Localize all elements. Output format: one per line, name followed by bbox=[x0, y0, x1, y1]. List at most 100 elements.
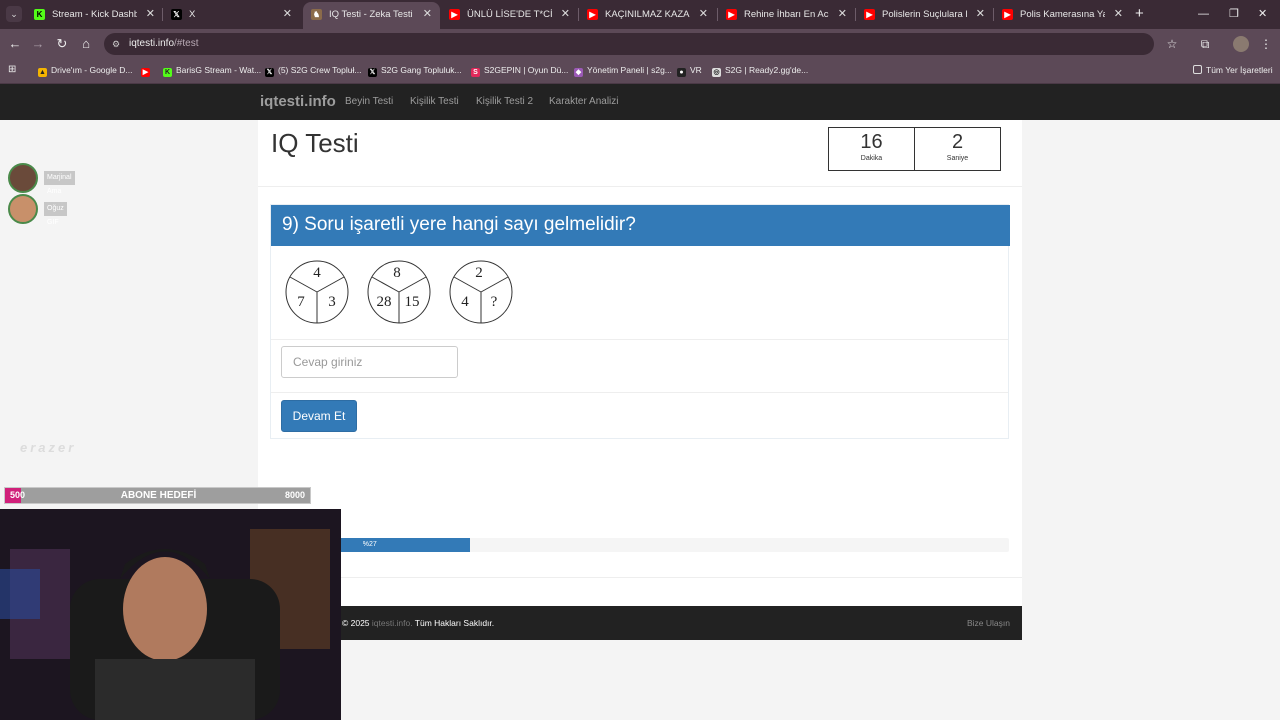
timer-seconds-value: 2 bbox=[951, 131, 964, 153]
viewer-name: Marjinal Ama KAJA bbox=[44, 171, 75, 209]
continue-button[interactable]: Devam Et bbox=[281, 400, 357, 432]
tab-close-icon[interactable]: ✕ bbox=[699, 0, 708, 29]
tab-search-icon[interactable]: ⌄ bbox=[6, 6, 22, 22]
browser-tab[interactable]: K Stream - Kick Dashboard ✕ bbox=[26, 0, 163, 29]
address-bar[interactable]: ⚙ iqtesti.info/#test bbox=[104, 33, 1154, 55]
circle-3-top: 2 bbox=[475, 265, 483, 281]
tab-close-icon[interactable]: ✕ bbox=[146, 0, 155, 29]
bookmark-label: S2G Gang Topluluk... bbox=[381, 65, 462, 75]
site-brand[interactable]: iqtesti.info bbox=[260, 84, 336, 120]
extensions-icon[interactable]: ⧉ bbox=[1196, 35, 1214, 53]
restore-icon[interactable]: ❐ bbox=[1229, 0, 1239, 28]
sub-goal-target: 8000 bbox=[284, 490, 305, 500]
reload-icon[interactable]: ↻ bbox=[53, 35, 71, 53]
nav-link-kisilik-testi[interactable]: Kişilik Testi bbox=[410, 84, 459, 120]
youtube-icon: ▶ bbox=[864, 9, 875, 20]
folder-icon bbox=[1193, 65, 1202, 74]
bookmark-label: S2G | Ready2.gg'de... bbox=[725, 65, 809, 75]
progress-label: %27 bbox=[362, 541, 377, 548]
browser-tab[interactable]: ▶ ÜNLÜ LİSE'DE T*CİZ İDDİA ✕ bbox=[441, 0, 578, 29]
youtube-icon: ▶ bbox=[141, 68, 150, 77]
nav-link-karakter-analizi[interactable]: Karakter Analizi bbox=[549, 84, 618, 120]
tab-close-icon[interactable]: ✕ bbox=[423, 2, 432, 27]
tab-title: X bbox=[189, 9, 196, 20]
bookmark-item[interactable]: ● VR bbox=[677, 59, 702, 81]
copyright-site-link[interactable]: iqtesti.info. bbox=[372, 618, 413, 628]
tab-title: Stream - Kick Dashboard bbox=[52, 9, 137, 20]
answer-input[interactable] bbox=[281, 346, 458, 378]
browser-tab[interactable]: ▶ KAÇINILMAZ KAZA! Türki ✕ bbox=[579, 0, 716, 29]
browser-tab[interactable]: 𝕏 X ✕ bbox=[163, 0, 300, 29]
bookmark-label: Drive'ım - Google D... bbox=[51, 65, 133, 75]
apps-grid-icon[interactable]: ⊞ bbox=[8, 59, 16, 81]
close-window-icon[interactable]: ✕ bbox=[1258, 0, 1267, 28]
url-path: /#test bbox=[174, 38, 199, 49]
tab-close-icon[interactable]: ✕ bbox=[1114, 0, 1123, 29]
bookmark-item[interactable]: ◆ Yönetim Paneli | s2g... bbox=[574, 59, 672, 81]
nav-link-kisilik-testi-2[interactable]: Kişilik Testi 2 bbox=[476, 84, 533, 120]
tab-close-icon[interactable]: ✕ bbox=[561, 0, 570, 29]
browser-tab[interactable]: ▶ Polislerin Suçlulara Karşı ✕ bbox=[856, 0, 993, 29]
viewer-name: Oğuz GIF bbox=[44, 202, 67, 226]
back-icon[interactable]: ← bbox=[6, 35, 24, 53]
tab-close-icon[interactable]: ✕ bbox=[838, 0, 847, 29]
circle-3-right: ? bbox=[490, 294, 498, 310]
profile-avatar[interactable] bbox=[1233, 36, 1249, 52]
contact-link[interactable]: Bize Ulaşın bbox=[967, 606, 1010, 640]
tab-title: ÜNLÜ LİSE'DE T*CİZ İDDİA bbox=[467, 9, 552, 20]
browser-tab[interactable]: ▶ Polis Kamerasına Yakalan ✕ bbox=[994, 0, 1131, 29]
bookmark-label: S2GEPIN | Oyun Dü... bbox=[484, 65, 569, 75]
menu-kebab-icon[interactable]: ⋮ bbox=[1257, 35, 1275, 53]
tab-close-icon[interactable]: ✕ bbox=[976, 0, 985, 29]
bookmark-item[interactable]: 𝕏 (5) S2G Crew Topluł... bbox=[265, 59, 361, 81]
bookmark-item[interactable]: ▲ Drive'ım - Google D... bbox=[38, 59, 132, 81]
tab-separator bbox=[162, 8, 163, 21]
all-bookmarks-folder[interactable]: Tüm Yer İşaretleri bbox=[1193, 59, 1273, 81]
site-navbar: iqtesti.info Beyin Testi Kişilik Testi K… bbox=[0, 84, 1280, 120]
google-drive-icon: ▲ bbox=[38, 68, 47, 77]
panel-icon: ◆ bbox=[574, 68, 583, 77]
bookmark-item[interactable]: ▶ bbox=[141, 59, 154, 81]
progress-bar: %27 bbox=[270, 538, 1009, 552]
tab-title: Rehine İhbarı En Acı Polis bbox=[744, 9, 829, 20]
site-footer: © 2025 iqtesti.info. Tüm Hakları Saklıdı… bbox=[258, 606, 1022, 640]
vr-icon: ● bbox=[677, 68, 686, 77]
sub-goal-current: 500 bbox=[10, 490, 26, 500]
new-tab-button[interactable]: + bbox=[1135, 0, 1144, 28]
forward-icon[interactable]: → bbox=[29, 35, 47, 53]
bookmark-item[interactable]: K BarisG Stream - Wat... bbox=[163, 59, 261, 81]
browser-tab[interactable]: ♞ IQ Testi - Zeka Testi ✕ bbox=[303, 2, 440, 29]
kick-icon: K bbox=[163, 68, 172, 77]
timer-minutes-value: 16 bbox=[860, 131, 883, 153]
copyright-suffix: Tüm Hakları Saklıdır. bbox=[414, 618, 495, 628]
timer-minutes-label: Dakika bbox=[860, 155, 883, 162]
circle-1-right: 3 bbox=[328, 294, 336, 310]
home-icon[interactable]: ⌂ bbox=[77, 35, 95, 53]
bookmark-item[interactable]: ◎ S2G | Ready2.gg'de... bbox=[712, 59, 808, 81]
test-container: IQ Testi 16 Dakika 2 Saniye 9) Soru işar… bbox=[258, 120, 1022, 606]
circle-1-top: 4 bbox=[313, 265, 321, 281]
tab-close-icon[interactable]: ✕ bbox=[283, 0, 292, 29]
url-text[interactable]: iqtesti.info/#test bbox=[129, 33, 199, 55]
all-bookmarks-label: Tüm Yer İşaretleri bbox=[1206, 65, 1273, 75]
bookmark-item[interactable]: S S2GEPIN | Oyun Dü... bbox=[471, 59, 568, 81]
subscriber-goal-bar: ABONE HEDEFİ 500 8000 bbox=[4, 487, 311, 504]
iqtesti-icon: ♞ bbox=[311, 9, 322, 20]
site-info-icon[interactable]: ⚙ bbox=[112, 38, 124, 50]
minimize-icon[interactable]: — bbox=[1198, 0, 1209, 28]
timer-seconds: 2 Saniye bbox=[914, 127, 1001, 171]
tab-title: KAÇINILMAZ KAZA! Türki bbox=[605, 9, 690, 20]
bookmark-label: BarisG Stream - Wat... bbox=[176, 65, 262, 75]
x-icon: 𝕏 bbox=[265, 68, 274, 77]
bookmark-star-icon[interactable]: ☆ bbox=[1163, 35, 1181, 53]
browser-tab-bar: ⌄ K Stream - Kick Dashboard ✕ 𝕏X ✕ ♞ IQ Testi … bbox=[0, 0, 1280, 29]
timer-minutes: 16 Dakika bbox=[828, 127, 915, 171]
nav-link-beyin-testi[interactable]: Beyin Testi bbox=[345, 84, 393, 120]
circle-2-top: 8 bbox=[393, 265, 401, 281]
bookmark-item[interactable]: 𝕏 S2G Gang Topluluk... bbox=[368, 59, 462, 81]
url-host: iqtesti.info bbox=[129, 38, 175, 49]
browser-tab[interactable]: ▶ Rehine İhbarı En Acı Polis ✕ bbox=[718, 0, 855, 29]
puzzle-circle-2: 8 28 15 bbox=[367, 260, 431, 324]
tab-title: IQ Testi - Zeka Testi bbox=[329, 9, 413, 20]
x-icon: 𝕏 bbox=[171, 9, 182, 20]
